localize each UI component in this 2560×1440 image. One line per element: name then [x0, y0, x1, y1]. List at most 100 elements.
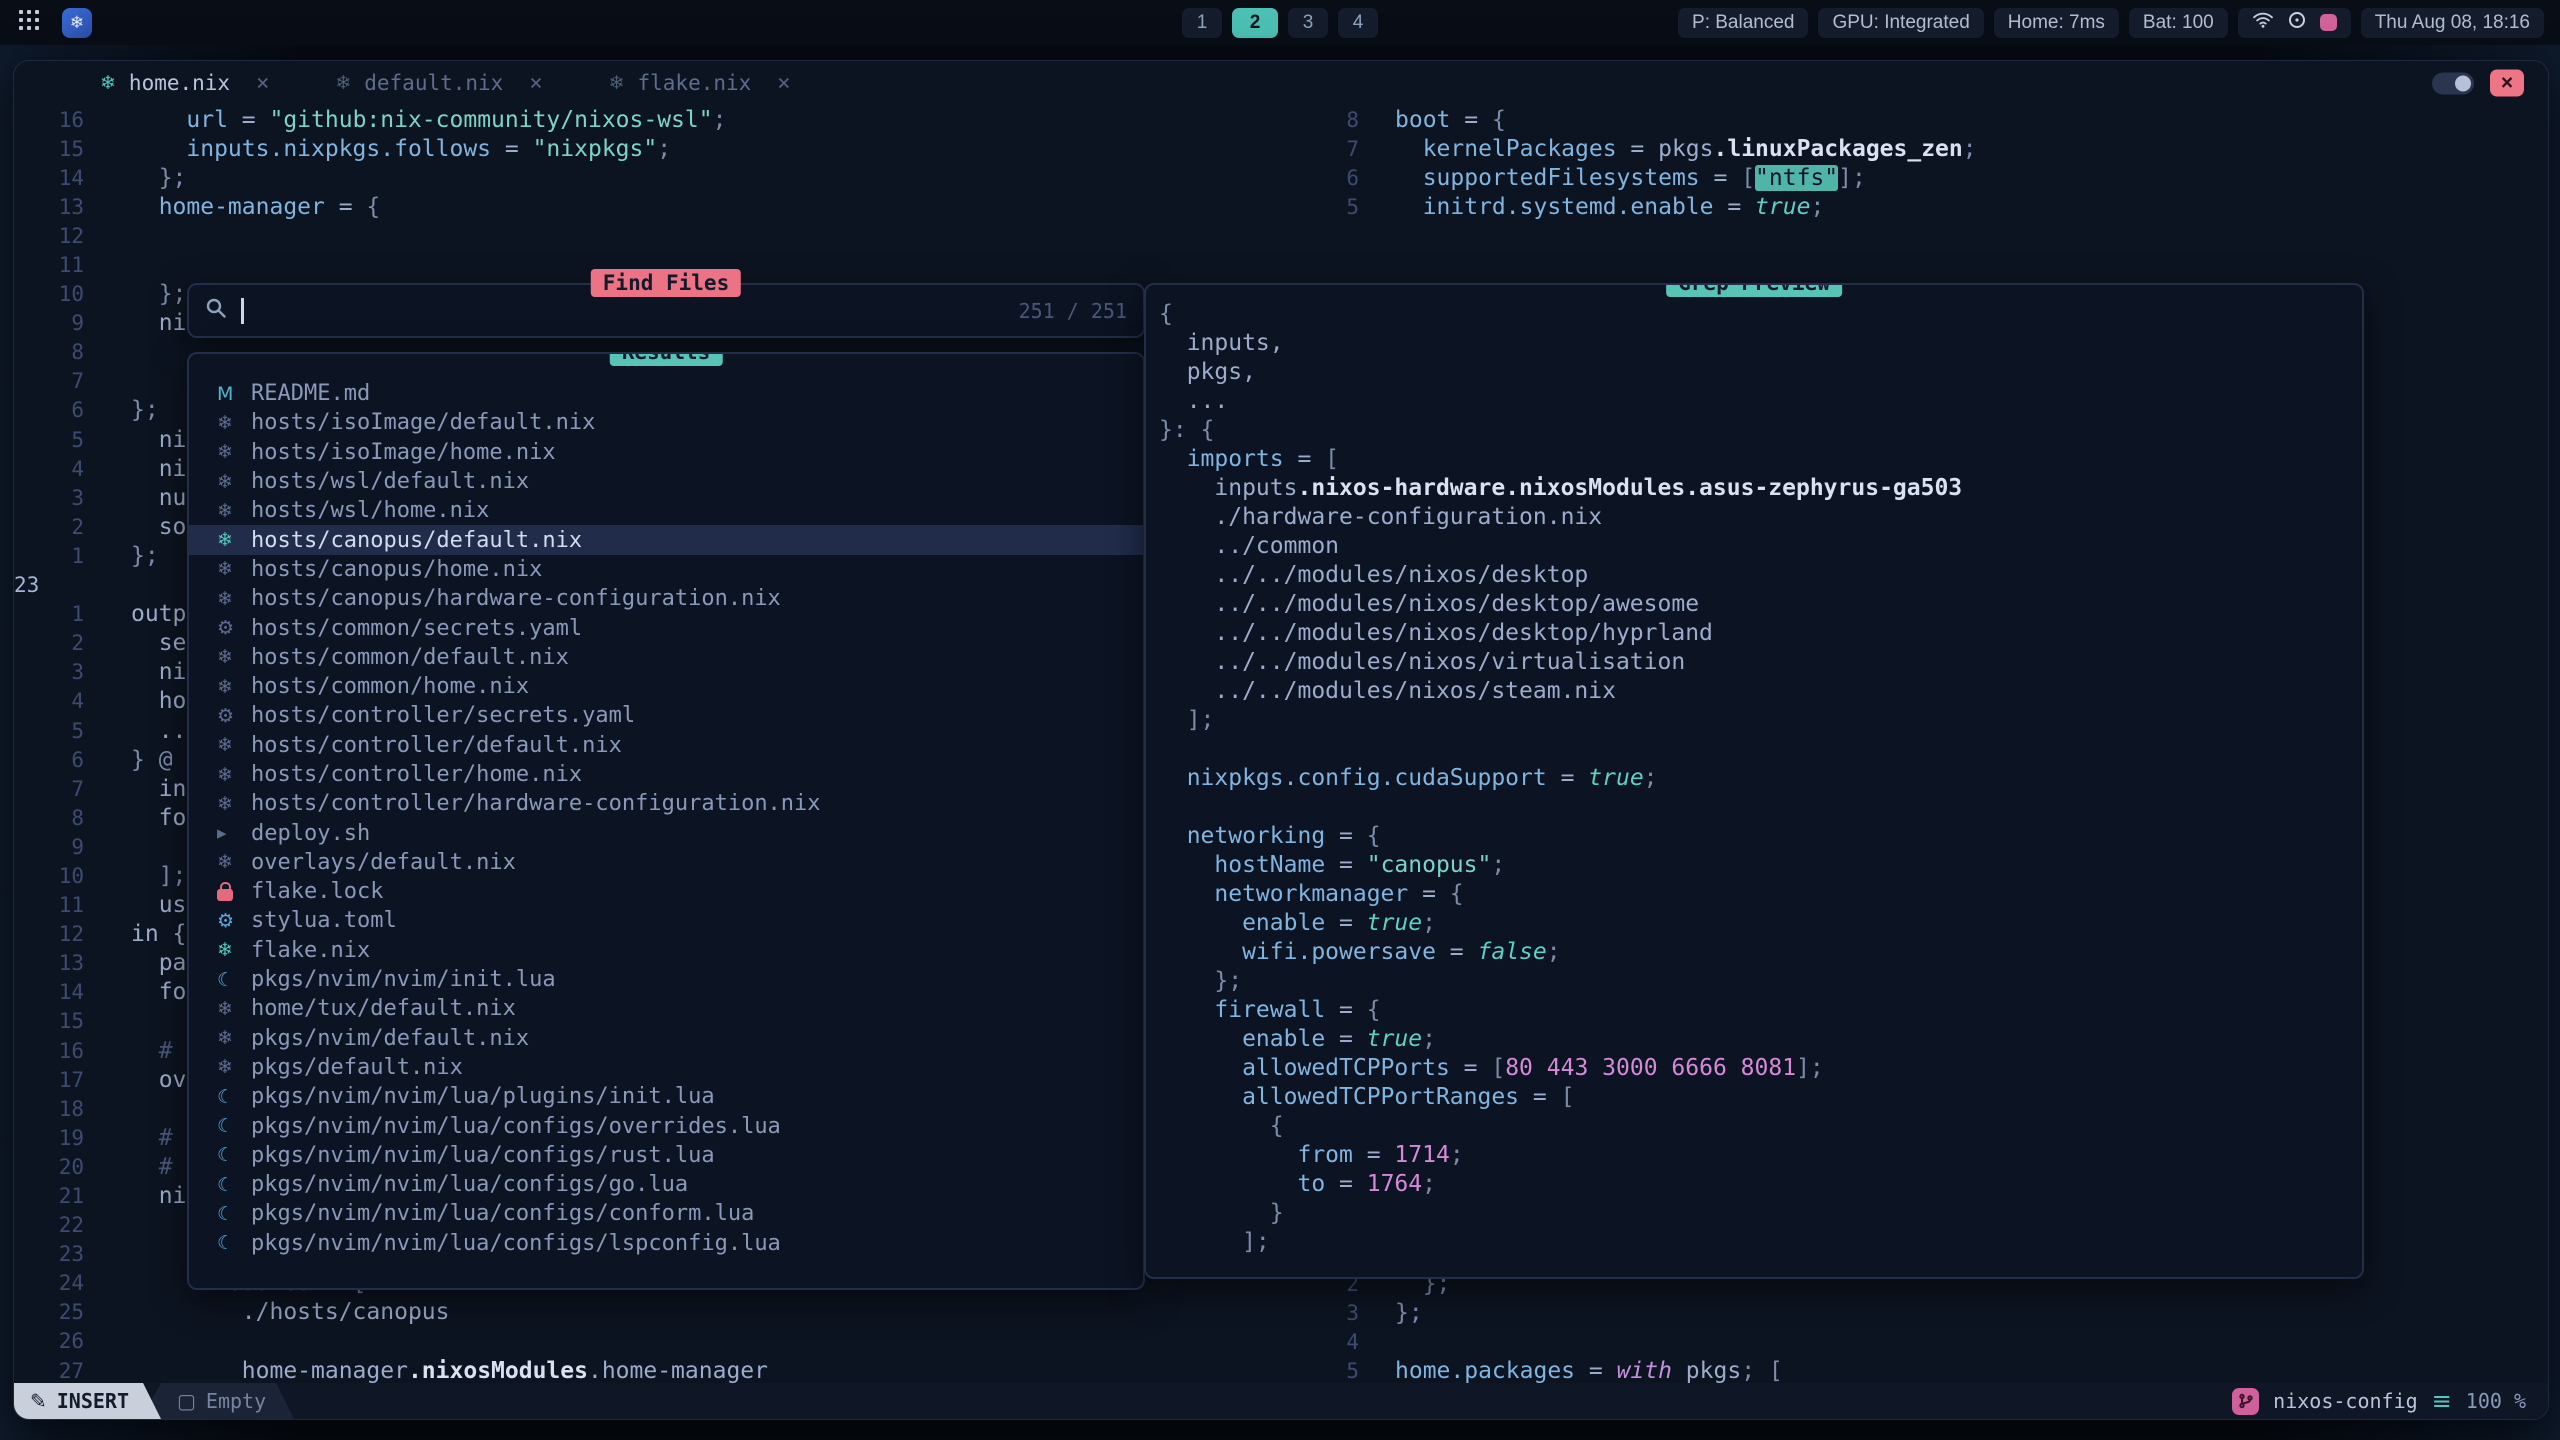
tab-close-icon[interactable]: ×	[777, 71, 790, 96]
file-result[interactable]: ❄flake.nix	[189, 936, 1143, 965]
grep-preview-panel[interactable]: Grep Preview { inputs, pkgs, ...}: { imp…	[1144, 283, 2364, 1279]
file-result[interactable]: ❄hosts/isoImage/home.nix	[189, 438, 1143, 467]
file-result[interactable]: ☾pkgs/nvim/nvim/init.lua	[189, 965, 1143, 994]
preview-title: Grep Preview	[1666, 283, 1842, 297]
tab-label: home.nix	[129, 71, 230, 95]
results-title: Results	[610, 352, 723, 366]
file-name: pkgs/nvim/nvim/lua/configs/overrides.lua	[251, 1114, 781, 1139]
tab-flake.nix[interactable]: ❄flake.nix×	[609, 71, 791, 96]
tab-home.nix[interactable]: ❄home.nix×	[100, 71, 269, 96]
file-name: pkgs/default.nix	[251, 1055, 463, 1080]
nix-file-icon: ❄	[217, 1027, 251, 1049]
file-result[interactable]: ❄hosts/wsl/default.nix	[189, 467, 1143, 496]
workspace-1[interactable]: 1	[1182, 8, 1222, 38]
line-number: 10	[14, 282, 84, 306]
toml-file-icon: ⚙	[217, 910, 251, 932]
window-close-button[interactable]: ×	[2490, 70, 2524, 97]
file-result[interactable]: ☾pkgs/nvim/nvim/lua/configs/go.lua	[189, 1170, 1143, 1199]
file-name: hosts/wsl/default.nix	[251, 469, 529, 494]
file-result[interactable]: ☾pkgs/nvim/nvim/lua/configs/lspconfig.lu…	[189, 1229, 1143, 1258]
code-line: inputs.nixos-hardware.nixosModules.asus-…	[1159, 473, 2362, 502]
line-number: 12	[14, 922, 84, 946]
tab-close-icon[interactable]: ×	[256, 71, 269, 96]
file-result[interactable]: ☾pkgs/nvim/nvim/lua/configs/rust.lua	[189, 1141, 1143, 1170]
code-line: to = 1764;	[1159, 1169, 2362, 1198]
find-files-prompt[interactable]: Find Files 251 / 251	[187, 283, 1145, 338]
file-name: pkgs/nvim/nvim/lua/configs/conform.lua	[251, 1201, 754, 1226]
tab-close-icon[interactable]: ×	[529, 71, 542, 96]
file-result[interactable]: ▸deploy.sh	[189, 818, 1143, 847]
file-result[interactable]: MREADME.md	[189, 379, 1143, 408]
workspace-2[interactable]: 2	[1232, 8, 1278, 38]
nix-file-icon: ❄	[217, 588, 251, 610]
file-result[interactable]: ❄hosts/controller/home.nix	[189, 760, 1143, 789]
file-name: pkgs/nvim/nvim/lua/configs/rust.lua	[251, 1143, 715, 1168]
code-line: 26	[14, 1327, 893, 1356]
code-line: networkmanager = {	[1159, 879, 2362, 908]
file-result[interactable]: ❄hosts/canopus/home.nix	[189, 555, 1143, 584]
file-name: hosts/isoImage/default.nix	[251, 410, 595, 435]
file-result[interactable]: flake.lock	[189, 877, 1143, 906]
distro-logo-icon[interactable]: ❄	[62, 8, 92, 38]
mode-label: INSERT	[57, 1389, 129, 1413]
code-line: 6 supportedFilesystems = ["ntfs"];	[1269, 163, 1977, 192]
mode-segment: ✎ INSERT	[14, 1383, 161, 1419]
right-top-buffer-pane[interactable]: 8boot = {7 kernelPackages = pkgs.linuxPa…	[1269, 105, 1977, 221]
line-number: 3	[1269, 1301, 1359, 1325]
line-number: 11	[14, 893, 84, 917]
file-result[interactable]: ☾pkgs/nvim/nvim/lua/plugins/init.lua	[189, 1082, 1143, 1111]
line-number: 1	[14, 602, 84, 626]
file-result[interactable]: ❄hosts/canopus/hardware-configuration.ni…	[189, 584, 1143, 613]
lua-file-icon: ☾	[217, 1203, 251, 1225]
file-name: pkgs/nvim/nvim/lua/configs/go.lua	[251, 1172, 688, 1197]
file-name: hosts/controller/home.nix	[251, 762, 582, 787]
file-name: stylua.toml	[251, 908, 397, 933]
git-icon	[2232, 1388, 2259, 1415]
nix-file-icon: ❄	[217, 441, 251, 463]
file-result[interactable]: ☾pkgs/nvim/nvim/lua/configs/conform.lua	[189, 1199, 1143, 1228]
file-result[interactable]: ⚙hosts/common/secrets.yaml	[189, 613, 1143, 642]
file-result[interactable]: ❄hosts/common/default.nix	[189, 643, 1143, 672]
editor-splits: 16 url = "github:nix-community/nixos-wsl…	[14, 105, 2548, 1383]
tab-default.nix[interactable]: ❄default.nix×	[335, 71, 542, 96]
status-module: Home: 7ms	[1994, 8, 2119, 38]
file-result[interactable]: ❄pkgs/default.nix	[189, 1053, 1143, 1082]
file-result[interactable]: ❄hosts/wsl/home.nix	[189, 496, 1143, 525]
find-files-results[interactable]: Results MREADME.md❄hosts/isoImage/defaul…	[187, 352, 1145, 1290]
file-result[interactable]: ⚙hosts/controller/secrets.yaml	[189, 701, 1143, 730]
file-result[interactable]: ⚙stylua.toml	[189, 906, 1143, 935]
code-line: 8boot = {	[1269, 105, 1977, 134]
code-line: allowedTCPPortRanges = [	[1159, 1082, 2362, 1111]
app-launcher-button[interactable]	[16, 10, 42, 36]
file-result[interactable]: ❄hosts/canopus/default.nix	[189, 525, 1143, 554]
buffer-tabline: ❄home.nix×❄default.nix×❄flake.nix× ×	[14, 61, 2548, 105]
file-result[interactable]: ❄hosts/controller/default.nix	[189, 731, 1143, 760]
file-result[interactable]: ❄hosts/common/home.nix	[189, 672, 1143, 701]
line-number: 14	[14, 166, 84, 190]
file-result[interactable]: ❄overlays/default.nix	[189, 848, 1143, 877]
yaml-file-icon: ⚙	[217, 617, 251, 639]
file-name: hosts/canopus/default.nix	[251, 528, 582, 553]
file-result[interactable]: ☾pkgs/nvim/nvim/lua/configs/overrides.lu…	[189, 1111, 1143, 1140]
line-number: 10	[14, 864, 84, 888]
line-number: 2	[14, 515, 84, 539]
file-result[interactable]: ❄hosts/isoImage/default.nix	[189, 408, 1143, 437]
system-tray[interactable]	[2238, 8, 2351, 38]
file-result[interactable]: ❄pkgs/nvim/default.nix	[189, 1024, 1143, 1053]
window-toggle-button[interactable]	[2432, 72, 2474, 94]
lua-file-icon: ☾	[217, 1232, 251, 1254]
file-name: hosts/controller/hardware-configuration.…	[251, 791, 821, 816]
file-result[interactable]: ❄home/tux/default.nix	[189, 994, 1143, 1023]
nix-file-icon: ❄	[335, 72, 351, 94]
workspace-3[interactable]: 3	[1288, 8, 1328, 38]
line-number: 14	[14, 980, 84, 1004]
line-number: 13	[14, 195, 84, 219]
file-result[interactable]: ❄hosts/controller/hardware-configuration…	[189, 789, 1143, 818]
nix-file-icon: ❄	[217, 558, 251, 580]
line-number: 18	[14, 1097, 84, 1121]
text-cursor	[241, 298, 244, 324]
code-line: 16 url = "github:nix-community/nixos-wsl…	[14, 105, 893, 134]
code-line: ../../modules/nixos/virtualisation	[1159, 647, 2362, 676]
code-line: };	[1159, 966, 2362, 995]
workspace-4[interactable]: 4	[1338, 8, 1378, 38]
